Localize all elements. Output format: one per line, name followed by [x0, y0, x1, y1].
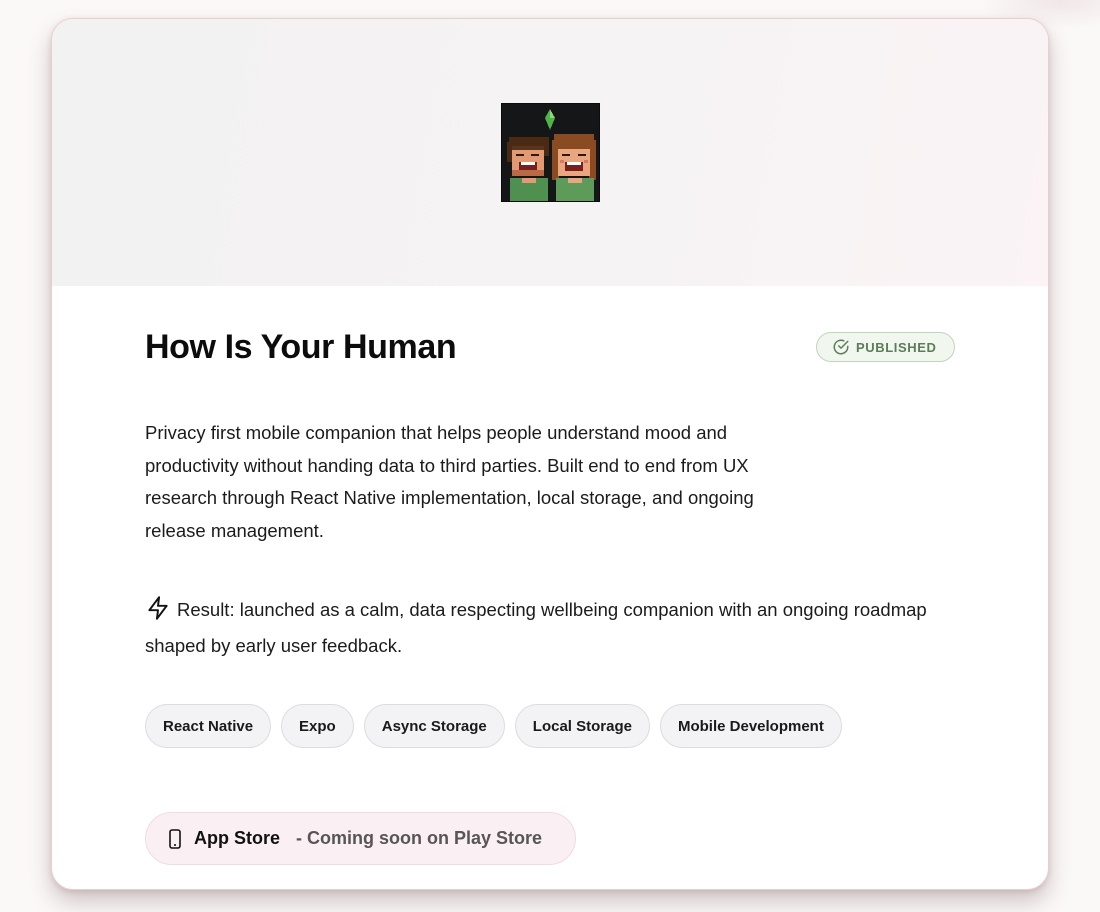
- project-result: Result: launched as a calm, data respect…: [145, 592, 945, 664]
- status-badge: PUBLISHED: [816, 332, 955, 362]
- tag-async-storage[interactable]: Async Storage: [363, 704, 505, 748]
- project-result-text: Result: launched as a calm, data respect…: [145, 599, 927, 656]
- app-store-label: App Store: [194, 828, 281, 848]
- project-title: How Is Your Human: [145, 328, 457, 366]
- app-store-link[interactable]: App Store - Coming soon on Play Store: [145, 812, 576, 865]
- lightning-icon: [148, 596, 168, 620]
- phone-icon: [169, 828, 181, 849]
- project-description: Privacy first mobile companion that help…: [145, 422, 754, 541]
- play-store-note: - Coming soon on Play Store: [296, 828, 543, 848]
- status-badge-label: PUBLISHED: [856, 339, 937, 355]
- check-circle-icon: [833, 339, 849, 355]
- project-card: How Is Your Human PUBLISHED Privacy firs…: [51, 18, 1049, 890]
- tag-expo[interactable]: Expo: [281, 704, 354, 748]
- tag-react-native[interactable]: React Native: [145, 704, 272, 748]
- tag-mobile-development[interactable]: Mobile Development: [659, 704, 842, 748]
- project-avatar: [501, 103, 600, 202]
- pixel-couple-avatar-icon: [502, 104, 599, 201]
- project-hero: [52, 19, 1048, 286]
- tag-list: React Native Expo Async Storage Local St…: [145, 704, 842, 748]
- tag-local-storage[interactable]: Local Storage: [514, 704, 650, 748]
